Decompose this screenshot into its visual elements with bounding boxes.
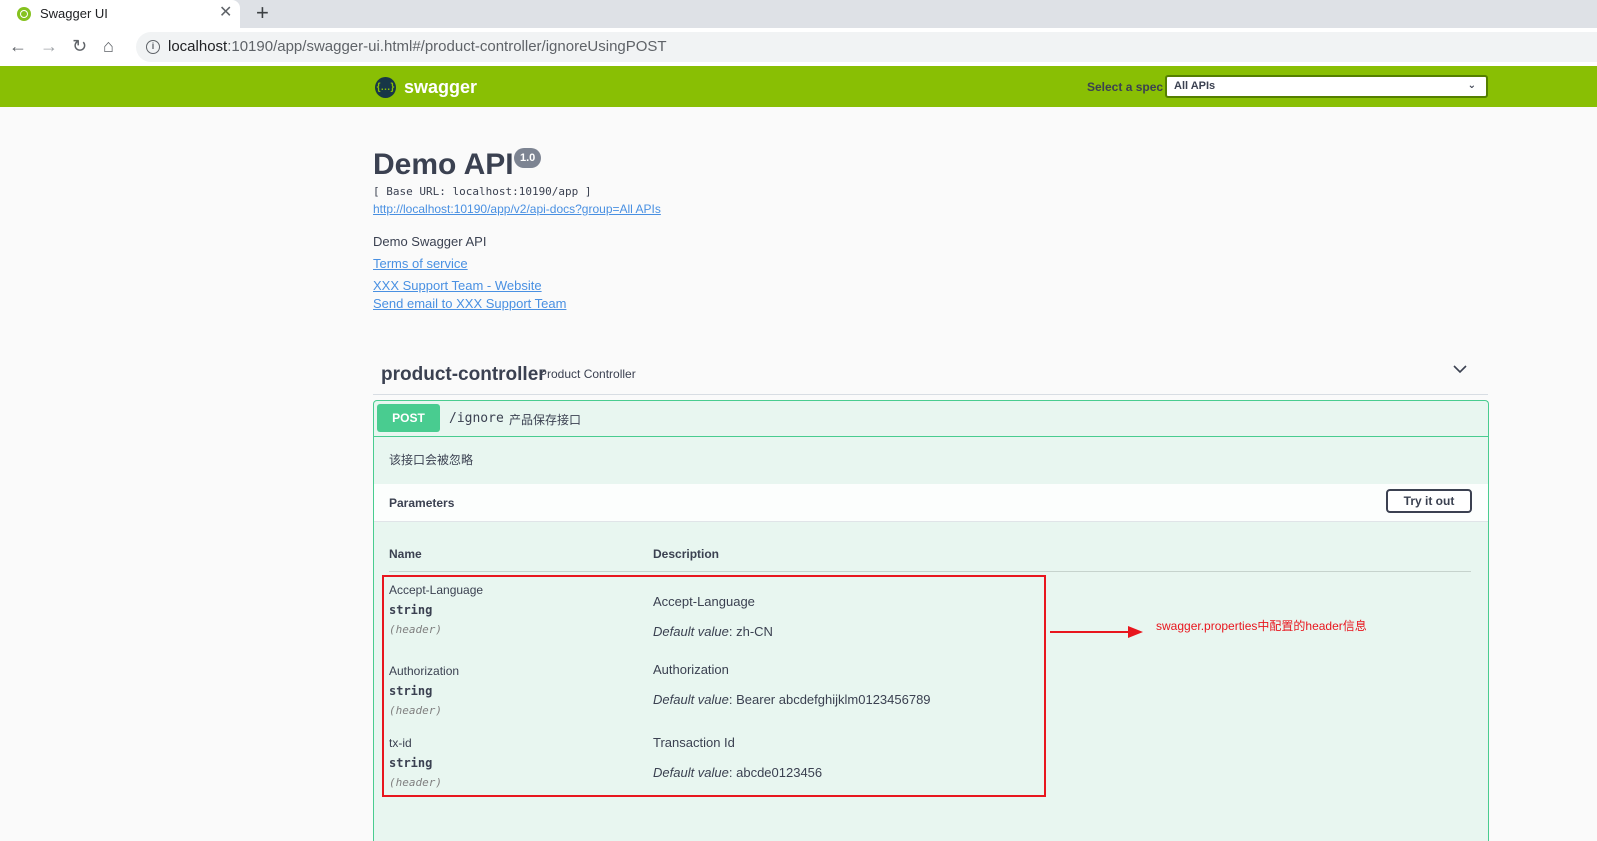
browser-toolbar: ← → ↻ ⌂ i localhost:10190/app/swagger-ui…: [0, 28, 1597, 66]
operation-summary-text: 产品保存接口: [509, 413, 582, 427]
annotation-text: swagger.properties中配置的header信息: [1156, 619, 1367, 633]
annotation-arrow-icon: [1050, 626, 1143, 638]
new-tab-icon[interactable]: +: [256, 1, 269, 25]
chevron-down-icon: ⌄: [1467, 80, 1476, 91]
url-text: localhost:10190/app/swagger-ui.html#/pro…: [168, 38, 667, 55]
tag-header[interactable]: product-controller Product Controller: [373, 352, 1488, 395]
tag-name: product-controller: [381, 364, 546, 385]
annotation-box: [382, 575, 1046, 797]
operation-path: /ignore: [449, 411, 504, 426]
header-divider: [389, 571, 1471, 572]
column-header-name: Name: [389, 547, 422, 561]
swagger-topbar: {…} swagger Select a spec All APIs ⌄: [0, 66, 1597, 107]
chevron-down-icon[interactable]: [1453, 362, 1467, 376]
tag-description: Product Controller: [539, 367, 636, 381]
swagger-logo-text: swagger: [404, 77, 478, 97]
website-link[interactable]: XXX Support Team - Website: [373, 278, 542, 293]
version-badge: 1.0: [514, 148, 542, 168]
spec-select[interactable]: All APIs ⌄: [1165, 75, 1488, 98]
api-docs-link[interactable]: http://localhost:10190/app/v2/api-docs?g…: [373, 202, 661, 216]
api-description: Demo Swagger API: [373, 234, 487, 249]
parameters-header: Parameters Try it out: [374, 484, 1488, 522]
tab-title: Swagger UI: [40, 6, 108, 21]
parameters-title: Parameters: [389, 496, 455, 510]
close-icon[interactable]: ✕: [219, 4, 232, 22]
column-header-description: Description: [653, 547, 720, 561]
home-icon[interactable]: ⌂: [103, 36, 114, 56]
api-title: Demo API: [373, 148, 514, 181]
operation-description: 该接口会被忽略: [389, 453, 474, 467]
browser-tabstrip: Swagger UI ✕ +: [0, 0, 1597, 28]
reload-icon[interactable]: ↻: [72, 36, 87, 56]
spec-label: Select a spec: [1087, 80, 1164, 94]
email-link[interactable]: Send email to XXX Support Team: [373, 296, 566, 311]
swagger-logo-icon: {…}: [375, 77, 396, 98]
browser-tab[interactable]: Swagger UI ✕: [0, 0, 240, 28]
forward-icon[interactable]: →: [40, 36, 58, 56]
address-bar[interactable]: i localhost:10190/app/swagger-ui.html#/p…: [136, 32, 1597, 62]
terms-link[interactable]: Terms of service: [373, 256, 468, 271]
swagger-favicon-icon: [17, 7, 31, 21]
base-url: [ Base URL: localhost:10190/app ]: [373, 185, 592, 198]
method-badge: POST: [377, 404, 440, 432]
info-icon[interactable]: i: [146, 40, 160, 54]
back-icon[interactable]: ←: [9, 36, 27, 56]
try-it-out-button[interactable]: Try it out: [1386, 489, 1472, 513]
operation-summary[interactable]: POST /ignore 产品保存接口: [374, 401, 1488, 437]
